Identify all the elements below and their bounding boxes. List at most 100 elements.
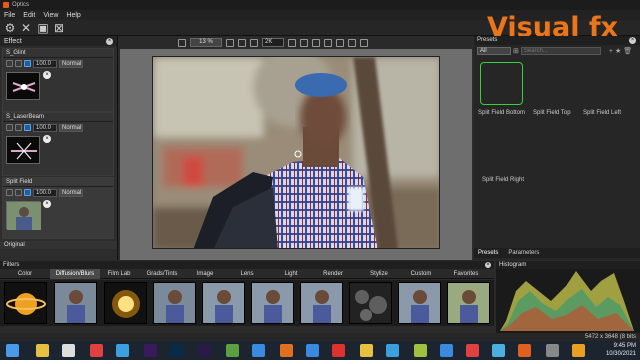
filter-thumb-portrait[interactable] bbox=[202, 282, 245, 324]
layer-thumbnail[interactable] bbox=[6, 72, 40, 100]
split-view-icon[interactable] bbox=[288, 38, 296, 47]
app-icon[interactable] bbox=[466, 344, 479, 357]
menu-file[interactable]: File bbox=[4, 12, 15, 19]
add-preset-icon[interactable]: + bbox=[609, 48, 613, 55]
tab-presets[interactable]: Presets bbox=[478, 250, 498, 256]
mask-icon[interactable] bbox=[6, 124, 13, 131]
filter-thumb-bokeh[interactable] bbox=[349, 282, 392, 324]
zoom-level-field[interactable]: 13 % bbox=[190, 38, 222, 47]
overlay-icon[interactable] bbox=[336, 38, 344, 47]
browser-icon[interactable] bbox=[252, 344, 265, 357]
blend-mode-select[interactable]: Normal bbox=[59, 123, 83, 132]
store-icon[interactable] bbox=[386, 344, 399, 357]
blend-mode-select[interactable]: Normal bbox=[59, 59, 83, 68]
filter-thumb-planet[interactable] bbox=[4, 282, 47, 324]
filter-thumb-portrait[interactable] bbox=[54, 282, 97, 324]
chrome-icon[interactable] bbox=[116, 344, 129, 357]
close-effect-icon[interactable]: ✕ bbox=[19, 21, 33, 35]
tab-custom[interactable]: Custom bbox=[404, 269, 438, 279]
compare-view-icon[interactable] bbox=[300, 38, 308, 47]
photoshop-icon[interactable] bbox=[170, 344, 183, 357]
filter-thumb-portrait[interactable] bbox=[447, 282, 490, 324]
file-explorer-icon[interactable] bbox=[36, 344, 49, 357]
app-icon[interactable] bbox=[90, 344, 103, 357]
close-icon[interactable]: × bbox=[629, 37, 636, 44]
filter-thumb-portrait[interactable] bbox=[300, 282, 343, 324]
photo-canvas[interactable] bbox=[152, 56, 440, 249]
media-player-icon[interactable] bbox=[226, 344, 239, 357]
close-icon[interactable]: × bbox=[485, 262, 491, 268]
tab-grads-tints[interactable]: Grads/Tints bbox=[140, 269, 184, 279]
preset-label[interactable]: Split Field Top bbox=[533, 110, 571, 116]
start-icon[interactable] bbox=[6, 344, 19, 357]
opacity-field[interactable]: 100.0 bbox=[33, 188, 57, 197]
app-icon[interactable] bbox=[518, 344, 531, 357]
layer-glint[interactable]: S_Glint 100.0 Normal × bbox=[2, 48, 114, 112]
preset-nav-icon[interactable]: ⊞ bbox=[513, 47, 519, 55]
zoom-out-icon[interactable] bbox=[178, 38, 186, 47]
paint-icon[interactable] bbox=[15, 124, 22, 131]
mask-icon[interactable] bbox=[6, 60, 13, 67]
preset-category-select[interactable]: All bbox=[477, 47, 511, 55]
original-layer[interactable]: Original bbox=[0, 241, 117, 249]
app-icon[interactable] bbox=[546, 344, 559, 357]
blend-mode-select[interactable]: Normal bbox=[59, 188, 83, 197]
optics-taskbar-icon[interactable] bbox=[572, 344, 585, 357]
remove-layer-icon[interactable]: × bbox=[43, 71, 51, 79]
layer-thumbnail[interactable] bbox=[6, 201, 41, 230]
opacity-field[interactable]: 100.0 bbox=[33, 123, 57, 132]
app-icon[interactable] bbox=[414, 344, 427, 357]
preset-label[interactable]: Split Field Bottom bbox=[478, 110, 525, 116]
tab-film-lab[interactable]: Film Lab bbox=[102, 269, 136, 279]
filter-thumb-glow[interactable] bbox=[104, 282, 147, 324]
resolution-select[interactable]: 2K bbox=[262, 38, 284, 47]
tab-image[interactable]: Image bbox=[188, 269, 222, 279]
compare-icon[interactable]: ⊠ bbox=[52, 21, 66, 35]
fit-icon[interactable] bbox=[238, 38, 246, 47]
menu-edit[interactable]: Edit bbox=[23, 12, 35, 19]
filter-thumb-portrait[interactable] bbox=[251, 282, 294, 324]
premiere-icon[interactable] bbox=[144, 344, 157, 357]
menu-help[interactable]: Help bbox=[66, 12, 80, 19]
tab-stylize[interactable]: Stylize bbox=[362, 269, 396, 279]
after-effects-icon[interactable] bbox=[198, 344, 211, 357]
remove-layer-icon[interactable]: × bbox=[43, 200, 51, 208]
layer-thumbnail[interactable] bbox=[6, 136, 40, 164]
opera-icon[interactable] bbox=[332, 344, 345, 357]
snapshot-icon[interactable] bbox=[348, 38, 356, 47]
favorite-star-icon[interactable]: ★ bbox=[615, 47, 621, 55]
filter-thumb-portrait[interactable] bbox=[153, 282, 196, 324]
close-icon[interactable]: × bbox=[106, 37, 113, 45]
histogram-toggle-icon[interactable] bbox=[360, 38, 368, 47]
visible-icon[interactable] bbox=[24, 124, 31, 131]
app-icon[interactable] bbox=[492, 344, 505, 357]
edge-icon[interactable] bbox=[306, 344, 319, 357]
menu-view[interactable]: View bbox=[43, 12, 58, 19]
layer-laserbeam[interactable]: S_LaserBeam 100.0 Normal × bbox=[2, 112, 114, 176]
zoom-in-icon[interactable] bbox=[226, 38, 234, 47]
folder-icon[interactable] bbox=[360, 344, 373, 357]
tab-parameters[interactable]: Parameters bbox=[508, 250, 539, 256]
delete-preset-icon[interactable]: 🗑 bbox=[623, 47, 632, 55]
firefox-icon[interactable] bbox=[280, 344, 293, 357]
tab-favorites[interactable]: Favorites bbox=[446, 269, 486, 279]
preset-thumb-split-field-bottom[interactable] bbox=[480, 62, 523, 105]
tab-diffusion-blurs[interactable]: Diffusion/Blurs bbox=[50, 269, 100, 279]
mask-icon[interactable] bbox=[6, 189, 13, 196]
preset-search-input[interactable] bbox=[520, 47, 601, 55]
system-clock[interactable]: 9:45 PM 10/30/2021 bbox=[592, 342, 636, 359]
pan-icon[interactable] bbox=[250, 38, 258, 47]
paint-icon[interactable] bbox=[15, 189, 22, 196]
tab-color[interactable]: Color bbox=[2, 269, 48, 279]
copy-icon[interactable]: ▣ bbox=[36, 21, 50, 35]
mask-view-icon[interactable] bbox=[324, 38, 332, 47]
tab-lens[interactable]: Lens bbox=[232, 269, 262, 279]
paint-icon[interactable] bbox=[15, 60, 22, 67]
app-icon[interactable] bbox=[440, 344, 453, 357]
notepad-icon[interactable] bbox=[62, 344, 75, 357]
preset-label[interactable]: Split Field Left bbox=[583, 110, 621, 116]
tab-render[interactable]: Render bbox=[316, 269, 350, 279]
side-by-side-icon[interactable] bbox=[312, 38, 320, 47]
tab-light[interactable]: Light bbox=[276, 269, 306, 279]
visible-icon[interactable] bbox=[24, 189, 31, 196]
